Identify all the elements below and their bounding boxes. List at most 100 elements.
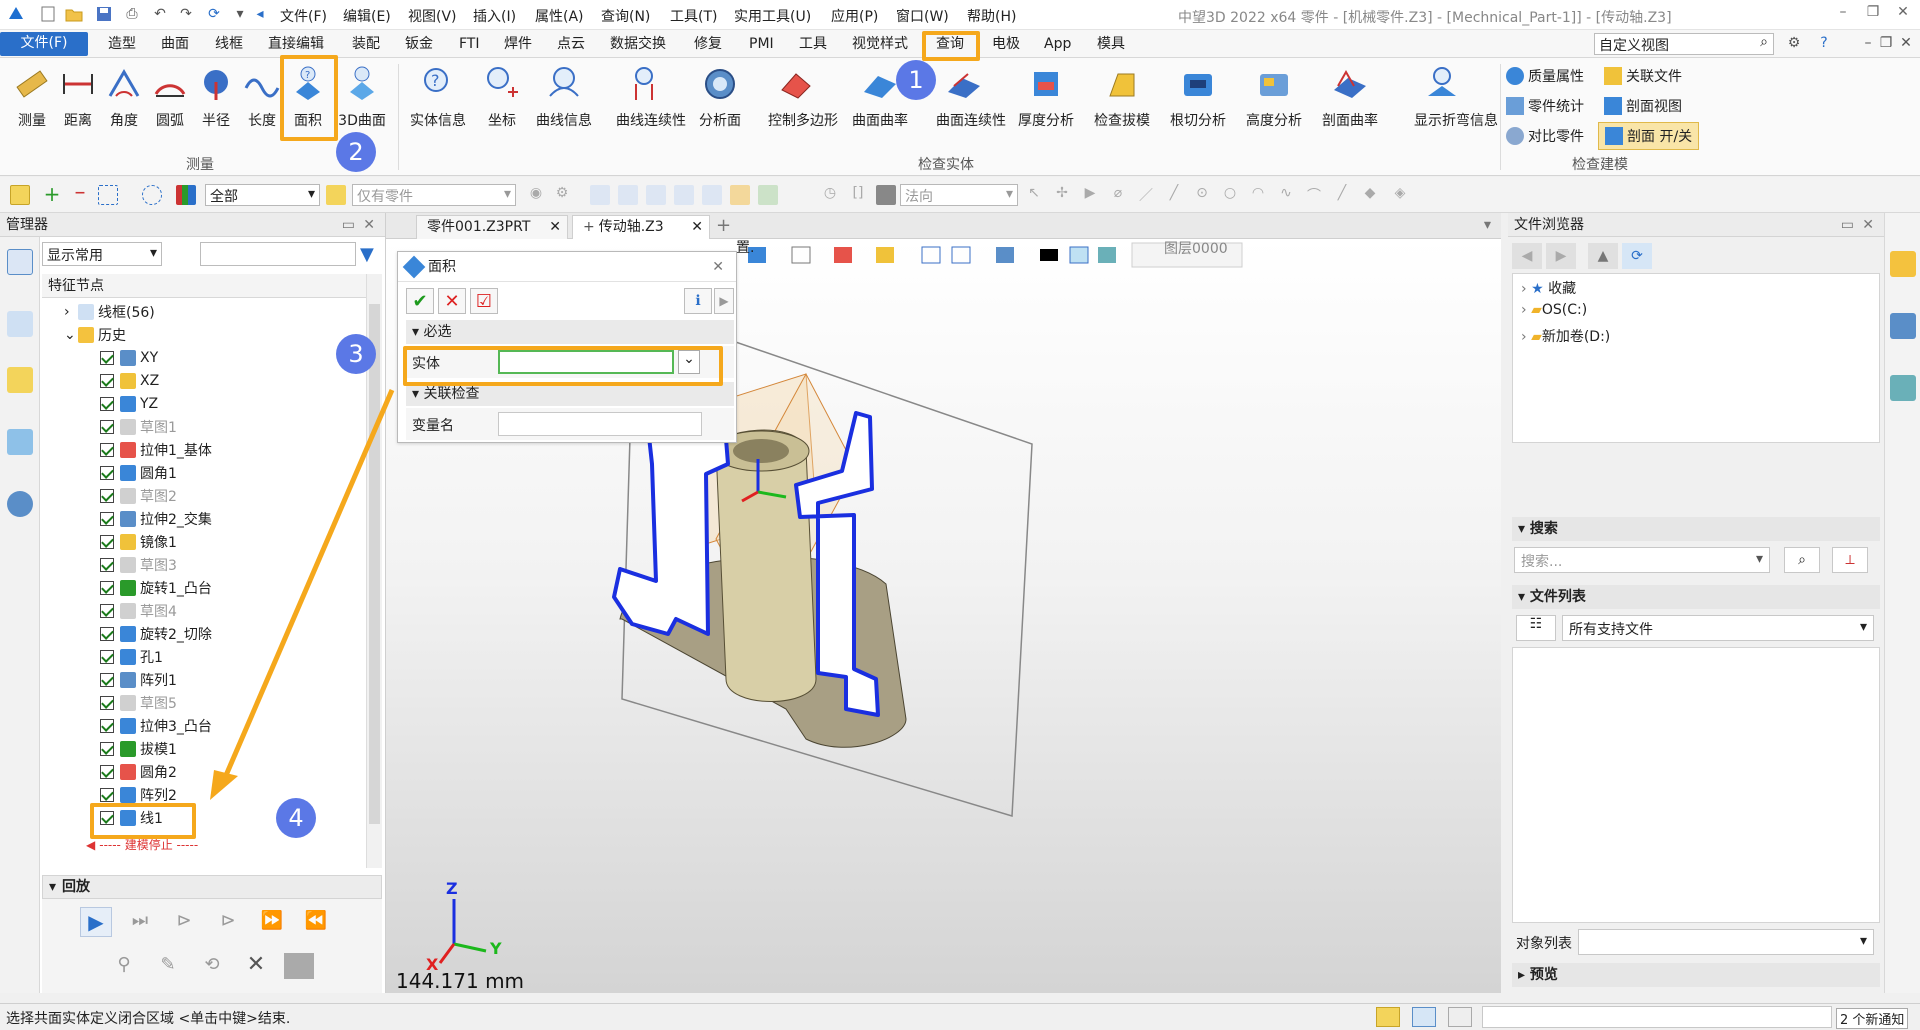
manager-search-input[interactable] [200, 242, 356, 266]
view-select[interactable]: 自定义视图 ⌕ [1594, 33, 1774, 55]
feature-tree-icon[interactable] [7, 249, 33, 275]
regen-icon[interactable]: ⟲ [196, 951, 228, 981]
tab-surface[interactable]: 曲面 [157, 33, 193, 57]
section-curvature-button[interactable]: 剖面曲率 [1322, 64, 1378, 130]
chevron-right-icon[interactable]: › [64, 304, 78, 320]
filter-combo[interactable]: 全部 ▾ [205, 184, 320, 206]
curve-continuity-button[interactable]: 曲线连续性 [616, 64, 686, 130]
qa-expand-icon[interactable]: ◂ [250, 4, 270, 24]
surface-continuity-button[interactable]: 曲面连续性 [936, 64, 1006, 130]
search-icon[interactable]: ⌕ [1784, 547, 1820, 573]
close-icon[interactable]: ✕ [1892, 4, 1914, 24]
tree-node[interactable]: XZ [100, 369, 328, 392]
pin-icon[interactable]: ▭ [342, 213, 355, 237]
tree-node[interactable]: 孔1 [100, 645, 328, 668]
minimize-icon[interactable]: – [1832, 4, 1854, 24]
preview-header[interactable]: ▸ 预览 [1512, 963, 1880, 987]
redo-icon[interactable]: ↷ [176, 4, 196, 24]
visibility-checkbox[interactable] [100, 442, 114, 457]
menu-attribute[interactable]: 属性(A) [535, 6, 584, 26]
ok-button[interactable]: ✔ [406, 288, 434, 314]
view-icon[interactable] [7, 429, 33, 455]
tab-point-cloud[interactable]: 点云 [553, 33, 589, 57]
clear-search-icon[interactable]: ⟂ [1832, 547, 1868, 573]
close-icon[interactable]: ✕ [549, 216, 561, 238]
analyze-face-button[interactable]: 分析面 [692, 64, 748, 130]
tool-icon[interactable] [590, 185, 610, 205]
tree-node[interactable]: 旋转2_切除 [100, 622, 328, 645]
playback-header[interactable]: ▾ 回放 [42, 875, 382, 899]
arc-icon[interactable]: ⌒ [1304, 185, 1324, 205]
menu-view[interactable]: 视图(V) [408, 6, 457, 26]
ribbon-minimize-icon[interactable]: – [1858, 33, 1878, 53]
visibility-checkbox[interactable] [100, 787, 114, 802]
delete-icon[interactable]: ✕ [240, 951, 272, 981]
tab-pmi[interactable]: PMI [745, 33, 778, 57]
tool-icon[interactable] [674, 185, 694, 205]
curve-info-button[interactable]: 曲线信息 [536, 64, 592, 130]
tab-mold[interactable]: 模具 [1093, 33, 1129, 57]
scope-combo[interactable]: 仅有零件 ▾ [352, 184, 516, 206]
menu-file[interactable]: 文件(F) [280, 6, 327, 26]
new-file-icon[interactable] [38, 4, 58, 24]
stop-icon[interactable] [284, 953, 314, 979]
tree-node[interactable]: 镜像1 [100, 530, 328, 553]
menu-window[interactable]: 窗口(W) [896, 6, 949, 26]
part-icon[interactable] [7, 367, 33, 393]
view-mode-icon[interactable]: ☷ [1516, 615, 1556, 641]
visibility-checkbox[interactable] [100, 557, 114, 572]
tree-node[interactable]: 旋转1_凸台 [100, 576, 328, 599]
close-icon[interactable]: ✕ [1862, 213, 1874, 237]
tab-sheetmetal[interactable]: 钣金 [401, 33, 437, 57]
back-icon[interactable]: ◀ [1512, 243, 1542, 269]
gear-icon[interactable]: ⚙ [552, 185, 572, 205]
list-icon[interactable] [1448, 1007, 1472, 1027]
tool-icon[interactable] [702, 185, 722, 205]
tab-visual-style[interactable]: 视觉样式 [848, 33, 912, 57]
close-icon[interactable]: ✕ [691, 216, 703, 238]
settings-icon[interactable]: ⚙ [1784, 33, 1804, 53]
visibility-checkbox[interactable] [100, 580, 114, 595]
file-list[interactable] [1512, 647, 1880, 923]
tree-item-d-drive[interactable]: › ▰新加卷(D:) [1521, 326, 1610, 346]
library-icon[interactable] [1890, 313, 1916, 339]
file-search-input[interactable]: 搜索... ▾ [1514, 547, 1770, 573]
show-bend-info-button[interactable]: 显示折弯信息 [1414, 64, 1498, 130]
circle-icon[interactable]: ○ [1220, 185, 1240, 205]
tree-node[interactable]: 草图5 [100, 691, 328, 714]
tab-direct-edit[interactable]: 直接编辑 [264, 33, 328, 57]
visibility-checkbox[interactable] [100, 350, 114, 365]
filter-color-icon[interactable] [176, 185, 196, 205]
scene-icon[interactable] [996, 247, 1014, 263]
tree-node[interactable]: 草图2 [100, 484, 328, 507]
doc-tab-shaft[interactable]: + 传动轴.Z3 ✕ [572, 215, 710, 239]
tree-node[interactable]: XY [100, 346, 328, 369]
tree-node[interactable]: 拉伸1_基体 [100, 438, 328, 461]
ribbon-close-icon[interactable]: ✕ [1896, 33, 1916, 53]
print-icon[interactable]: ⎙ [122, 4, 142, 24]
save-icon[interactable] [94, 4, 114, 24]
expand-button[interactable]: ▶ [714, 288, 734, 314]
edit-icon[interactable]: ✎ [152, 951, 184, 981]
color-black-icon[interactable] [1040, 249, 1058, 261]
apply-button[interactable]: ☑ [470, 288, 498, 314]
step-forward-icon[interactable]: ⏭ [124, 907, 156, 937]
direction-combo[interactable]: 法向 ▾ [900, 184, 1018, 206]
menu-tools[interactable]: 工具(T) [670, 6, 717, 26]
display-icon[interactable] [834, 247, 852, 263]
rewind-icon[interactable]: ⏪ [300, 907, 332, 937]
notification-badge[interactable]: 2 个新通知 [1836, 1008, 1909, 1029]
surface-icon[interactable]: ◆ [1360, 185, 1380, 205]
close-icon[interactable]: ✕ [363, 213, 375, 237]
add-icon[interactable]: + [42, 184, 62, 205]
object-list-combo[interactable]: ▾ [1578, 929, 1874, 955]
tree-node[interactable]: 草图1 [100, 415, 328, 438]
visibility-checkbox[interactable] [100, 718, 114, 733]
tree-node[interactable]: 拉伸2_交集 [100, 507, 328, 530]
step-icon[interactable]: ⊳ [168, 907, 200, 937]
play-icon[interactable]: ▶ [80, 907, 112, 937]
pin-icon[interactable]: ▭ [1841, 213, 1854, 237]
tree-node[interactable]: 草图3 [100, 553, 328, 576]
line-icon[interactable]: ╱ [1332, 185, 1352, 205]
close-icon[interactable]: ✕ [712, 252, 724, 282]
